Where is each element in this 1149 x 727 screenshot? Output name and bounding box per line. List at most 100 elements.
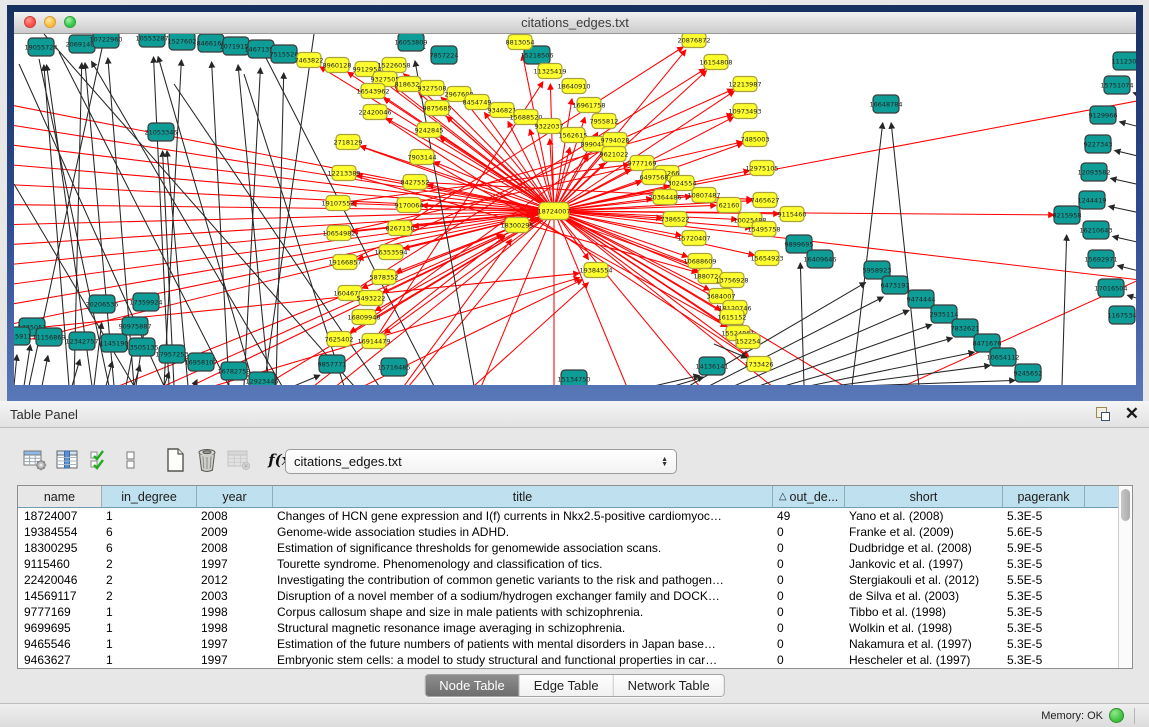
network-canvas[interactable]: 1905572420691406107229601055328715276028… [14, 34, 1136, 385]
delete-table-icon[interactable] [224, 446, 254, 474]
column-header-filler[interactable] [1085, 486, 1118, 507]
network-node[interactable]: 3915911 [14, 327, 31, 345]
network-node[interactable]: 15692971 [1084, 250, 1117, 268]
network-node[interactable]: 15134750 [557, 370, 590, 385]
unselect-all-icon[interactable] [116, 446, 146, 474]
network-node[interactable]: 9227343 [1084, 135, 1113, 153]
network-node[interactable]: 7485003 [741, 132, 770, 147]
network-node[interactable]: 6473197 [881, 276, 910, 294]
table-row[interactable]: 969969511998Structural magnetic resonanc… [18, 620, 1118, 636]
close-panel-icon[interactable]: ✕ [1125, 406, 1139, 422]
table-row[interactable]: 946554611997Estimation of the future num… [18, 636, 1118, 652]
network-node[interactable]: 9327508 [418, 81, 447, 96]
network-node[interactable]: 7463822 [295, 53, 324, 68]
column-header-title[interactable]: title [273, 486, 773, 507]
network-node[interactable]: 20364486 [648, 190, 681, 205]
table-row[interactable]: 946362711997Embryonic stem cells: a mode… [18, 652, 1118, 668]
network-node[interactable]: 11325419 [533, 64, 566, 79]
tab-edge-table[interactable]: Edge Table [520, 675, 614, 696]
column-header-short[interactable]: short [845, 486, 1003, 507]
column-header-name[interactable]: name [18, 486, 102, 507]
network-node[interactable]: 8215958 [1053, 206, 1082, 224]
vertical-scrollbar[interactable] [1118, 486, 1132, 668]
minimize-window-icon[interactable] [44, 16, 56, 28]
network-node[interactable]: 18640910 [557, 79, 590, 94]
network-node[interactable]: 9115460 [778, 207, 807, 222]
network-node[interactable]: 9242845 [415, 123, 444, 138]
network-node[interactable]: 10722960 [89, 34, 122, 48]
table-row[interactable]: 1872400712008Changes of HCN gene express… [18, 508, 1118, 524]
tab-network-table[interactable]: Network Table [614, 675, 724, 696]
network-node[interactable]: 15751074 [1100, 76, 1133, 94]
network-node[interactable]: 12923446 [245, 372, 278, 385]
network-node[interactable]: 7465627 [751, 193, 780, 208]
network-node[interactable]: 9129966 [1089, 106, 1118, 124]
network-node[interactable]: 1244419 [1078, 191, 1107, 209]
network-node[interactable]: 7955812 [590, 114, 619, 129]
network-node[interactable]: 1112304 [1112, 52, 1136, 70]
network-node[interactable]: 7832621 [951, 319, 980, 337]
network-node[interactable]: 10553287 [135, 34, 168, 47]
network-node[interactable]: 1145190 [100, 334, 129, 352]
network-node[interactable]: 10688609 [683, 254, 716, 269]
network-node[interactable]: 16958107 [184, 353, 217, 371]
network-node[interactable]: 2718129 [334, 135, 363, 150]
network-node[interactable]: 1167534 [1108, 306, 1136, 324]
network-node[interactable]: 15716485 [377, 358, 410, 376]
network-node[interactable]: 7625402 [325, 332, 354, 347]
table-row[interactable]: 2242004622012Investigating the contribut… [18, 572, 1118, 588]
delete-icon[interactable] [192, 446, 222, 474]
network-node[interactable]: 6497568 [640, 170, 669, 185]
network-node[interactable]: 20876872 [677, 34, 710, 48]
float-panel-icon[interactable] [1095, 406, 1111, 422]
network-node[interactable]: 20206536 [85, 295, 118, 313]
tab-node-table[interactable]: Node Table [425, 675, 520, 696]
network-node[interactable]: 90975887 [118, 317, 151, 335]
scrollbar-thumb[interactable] [1121, 489, 1130, 521]
network-node[interactable]: 16053809 [394, 34, 427, 51]
network-node[interactable]: 10654982 [322, 226, 355, 241]
network-node[interactable]: 12342757 [65, 332, 98, 350]
network-node[interactable]: 9857771 [318, 355, 347, 373]
network-node[interactable]: 18300295 [500, 218, 533, 233]
network-node[interactable]: 15720407 [677, 231, 710, 246]
network-node[interactable]: 15226058 [377, 58, 410, 73]
network-node[interactable]: 13505135 [125, 338, 158, 356]
network-node[interactable]: 12213987 [728, 77, 761, 92]
table-row[interactable]: 1830029562008Estimation of significance … [18, 540, 1118, 556]
network-node[interactable]: 17359924 [129, 293, 162, 311]
network-node[interactable]: 16648784 [869, 95, 902, 113]
network-node[interactable]: 19166857 [328, 255, 361, 270]
network-node[interactable]: 1733426 [745, 357, 774, 372]
table-row[interactable]: 1938455462009Genome-wide association stu… [18, 524, 1118, 540]
network-node[interactable]: 16409646 [803, 250, 836, 268]
column-header-year[interactable]: year [197, 486, 273, 507]
network-node[interactable]: 62160 [717, 198, 741, 213]
network-node[interactable]: 15654923 [750, 251, 783, 266]
column-header-pagerank[interactable]: pagerank [1003, 486, 1085, 507]
network-node[interactable]: 22420046 [358, 105, 391, 120]
table-row[interactable]: 977716911998Corpus callosum shape and si… [18, 604, 1118, 620]
network-node[interactable]: 13756928 [715, 273, 748, 288]
table-row[interactable]: 1456911722003Disruption of a novel membe… [18, 588, 1118, 604]
network-node[interactable]: 8813054 [506, 35, 535, 50]
network-node[interactable]: 9621022 [600, 147, 629, 162]
network-node[interactable]: 18724007 [537, 203, 570, 220]
network-node[interactable]: 10807487 [687, 188, 720, 203]
network-node[interactable]: 16543962 [356, 84, 389, 99]
network-node[interactable]: 19055724 [24, 38, 57, 56]
network-node[interactable]: 1615152 [718, 310, 747, 325]
network-node[interactable]: 3024554 [668, 176, 697, 191]
network-node[interactable]: 11156869 [32, 328, 65, 346]
network-node[interactable]: 7386522 [661, 212, 690, 227]
select-column-icon[interactable] [52, 446, 82, 474]
select-all-icon[interactable] [84, 446, 114, 474]
network-node[interactable]: 10973493 [728, 104, 761, 119]
network-node[interactable]: 15495758 [747, 222, 780, 237]
network-node[interactable]: 16961758 [572, 98, 605, 113]
network-node[interactable]: 152254 [736, 334, 761, 349]
network-node[interactable]: 19384554 [579, 263, 612, 278]
network-node[interactable]: 19107552 [321, 196, 354, 211]
new-table-icon[interactable] [160, 446, 190, 474]
network-node[interactable]: 16154808 [699, 55, 732, 70]
